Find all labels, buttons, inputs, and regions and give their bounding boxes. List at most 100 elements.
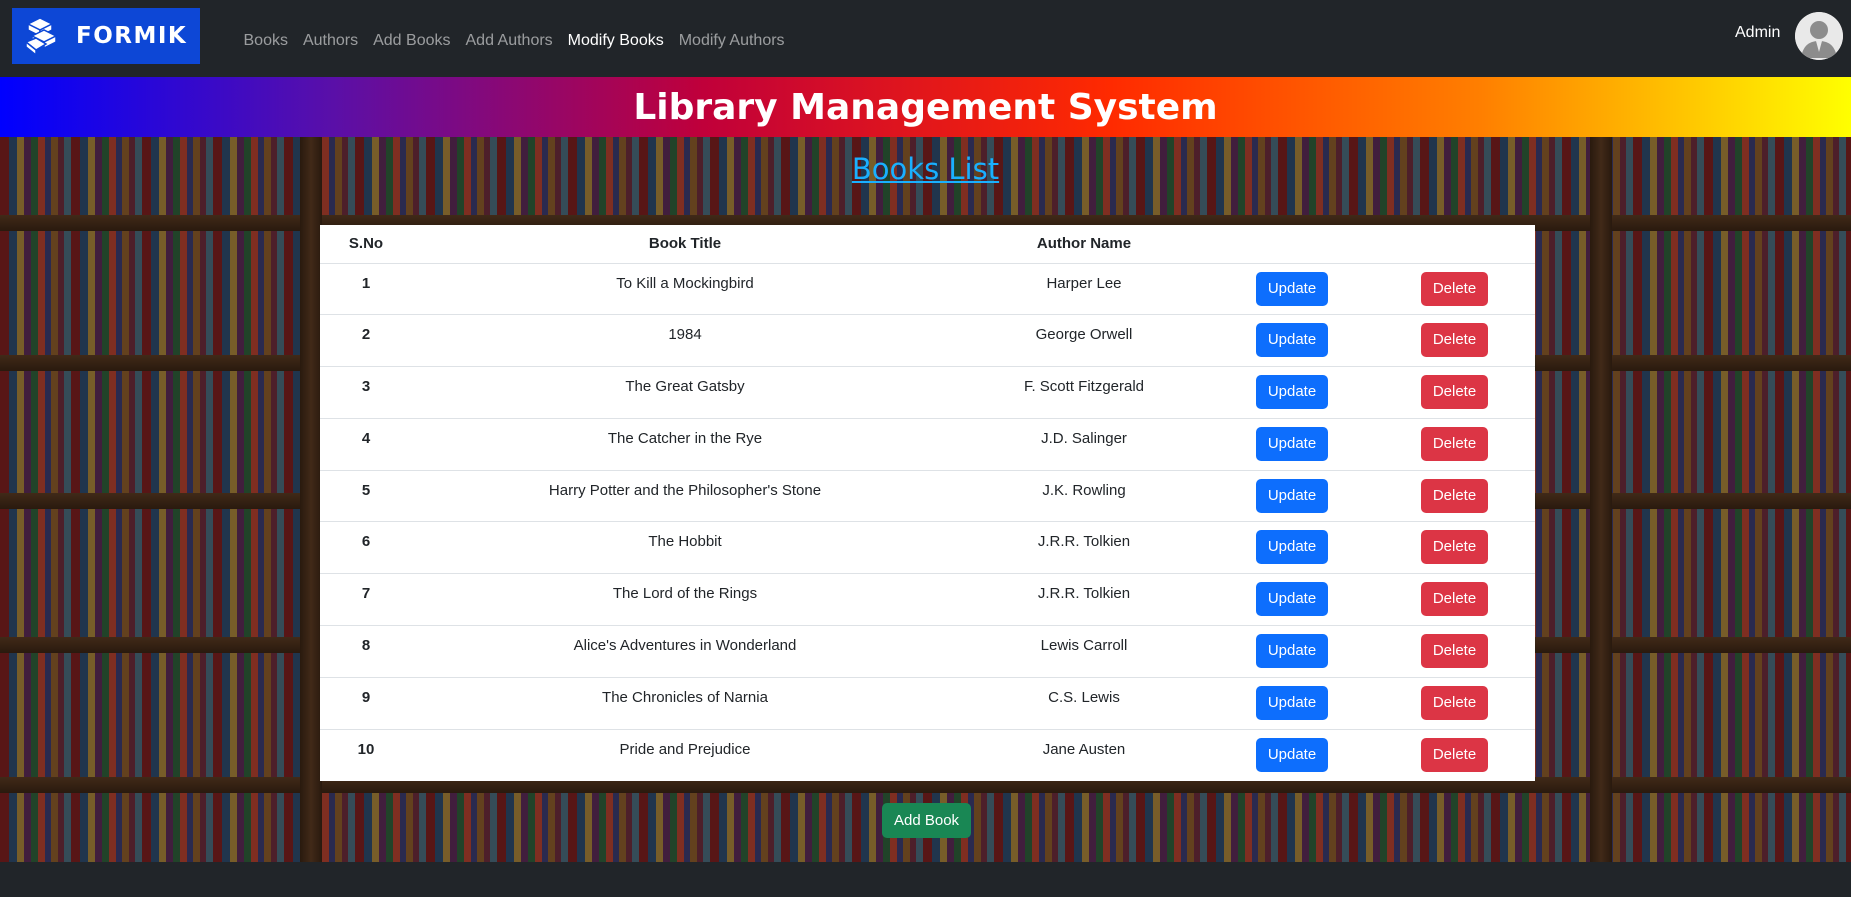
nav-item-books[interactable]: Books [236,28,295,54]
delete-button[interactable]: Delete [1420,530,1489,565]
brand-name: FORMIK [76,23,188,49]
table-row: 6 The Hobbit J.R.R. Tolkien Update Delet… [320,521,1535,575]
cell-update: Update [1210,573,1374,627]
cell-author-name: J.K. Rowling [958,470,1210,523]
delete-button[interactable]: Delete [1420,685,1489,720]
cell-book-title: The Catcher in the Rye [412,418,958,471]
cell-sno: 1 [320,263,412,316]
update-button[interactable]: Update [1255,685,1329,720]
cell-sno: 5 [320,470,412,523]
table-row: 3 The Great Gatsby F. Scott Fitzgerald U… [320,366,1535,419]
cell-delete: Delete [1374,521,1535,575]
cell-book-title: The Chronicles of Narnia [412,677,958,730]
cell-update: Update [1210,677,1374,730]
user-name: Admin [1735,24,1781,41]
delete-button[interactable]: Delete [1420,737,1489,772]
cell-book-title: The Lord of the Rings [412,573,958,627]
cell-author-name: George Orwell [958,314,1210,368]
cell-author-name: J.D. Salinger [958,418,1210,471]
delete-button[interactable]: Delete [1420,271,1489,306]
header-author-name: Author Name [958,225,1210,264]
delete-button[interactable]: Delete [1420,375,1489,410]
update-button[interactable]: Update [1255,271,1329,306]
table-row: 1 To Kill a Mockingbird Harper Lee Updat… [320,263,1535,316]
cell-delete: Delete [1374,677,1535,730]
delete-button[interactable]: Delete [1420,426,1489,461]
update-button[interactable]: Update [1255,737,1329,772]
update-button[interactable]: Update [1255,426,1329,461]
cell-delete: Delete [1374,573,1535,627]
cell-sno: 2 [320,314,412,368]
update-button[interactable]: Update [1255,634,1329,669]
cell-book-title: Alice's Adventures in Wonderland [412,625,958,678]
cell-update: Update [1210,470,1374,523]
nav-links: Books Authors Add Books Add Authors Modi… [236,28,792,54]
cell-update: Update [1210,366,1374,419]
brand-logo[interactable]: FORMIK [12,8,200,64]
title-banner: Library Management System [0,77,1851,137]
cell-delete: Delete [1374,418,1535,471]
bricks-logo-icon [24,17,58,57]
cell-book-title: The Hobbit [412,521,958,575]
cell-sno: 10 [357,740,375,758]
cell-update: Update [1210,729,1374,781]
cell-author-name: J.R.R. Tolkien [958,573,1210,627]
cell-book-title: Harry Potter and the Philosopher's Stone [412,470,958,523]
cell-delete: Delete [1374,470,1535,523]
page-title: Library Management System [633,86,1218,128]
cell-sno: 4 [320,418,412,471]
cell-delete: Delete [1374,729,1535,781]
table-row: 8 Alice's Adventures in Wonderland Lewis… [320,625,1535,678]
table-row: 7 The Lord of the Rings J.R.R. Tolkien U… [320,573,1535,627]
cell-book-title: 1984 [412,314,958,368]
nav-item-add-authors[interactable]: Add Authors [458,28,560,54]
cell-delete: Delete [1374,366,1535,419]
books-table: S.No Book Title Author Name 1 To Kill a … [320,225,1535,781]
table-row: 5 Harry Potter and the Philosopher's Sto… [320,470,1535,523]
nav-item-authors[interactable]: Authors [295,28,365,54]
books-list-link[interactable]: Books List [852,152,999,186]
books-list-heading: Books List [0,152,1851,186]
cell-update: Update [1210,263,1374,316]
update-button[interactable]: Update [1255,530,1329,565]
delete-button[interactable]: Delete [1420,582,1489,617]
cell-author-name: F. Scott Fitzgerald [958,366,1210,419]
update-button[interactable]: Update [1255,582,1329,617]
cell-sno: 6 [320,521,412,575]
header-update [1210,225,1374,264]
cell-sno: 3 [320,366,412,419]
cell-delete: Delete [1374,625,1535,678]
header-delete [1374,225,1535,264]
cell-book-title: The Great Gatsby [412,366,958,419]
user-avatar-icon[interactable] [1795,12,1843,60]
table-row: 9 The Chronicles of Narnia C.S. Lewis Up… [320,677,1535,730]
footer [0,862,1851,897]
update-button[interactable]: Update [1255,478,1329,513]
table-row: 4 The Catcher in the Rye J.D. Salinger U… [320,418,1535,471]
nav-item-modify-books[interactable]: Modify Books [560,28,671,54]
cell-update: Update [1210,314,1374,368]
cell-delete: Delete [1374,314,1535,368]
nav-item-add-books[interactable]: Add Books [366,28,458,54]
books-table-card: S.No Book Title Author Name 1 To Kill a … [320,225,1535,781]
cell-author-name: Lewis Carroll [958,625,1210,678]
update-button[interactable]: Update [1255,323,1329,358]
cell-delete: Delete [1374,263,1535,316]
cell-author-name: C.S. Lewis [958,677,1210,730]
delete-button[interactable]: Delete [1420,634,1489,669]
cell-author-name: Jane Austen [1042,740,1126,758]
cell-update: Update [1210,521,1374,575]
header-book-title: Book Title [412,225,958,264]
header-sno: S.No [320,225,412,264]
table-row: 10 Pride and Prejudice Jane Austen Updat… [320,729,1535,781]
cell-update: Update [1210,625,1374,678]
cell-author-name: J.R.R. Tolkien [958,521,1210,575]
update-button[interactable]: Update [1255,375,1329,410]
cell-sno: 8 [320,625,412,678]
delete-button[interactable]: Delete [1420,478,1489,513]
nav-item-modify-authors[interactable]: Modify Authors [671,28,792,54]
cell-book-title: To Kill a Mockingbird [412,263,958,316]
add-book-button[interactable]: Add Book [882,803,972,838]
cell-book-title: Pride and Prejudice [619,740,751,758]
delete-button[interactable]: Delete [1420,323,1489,358]
